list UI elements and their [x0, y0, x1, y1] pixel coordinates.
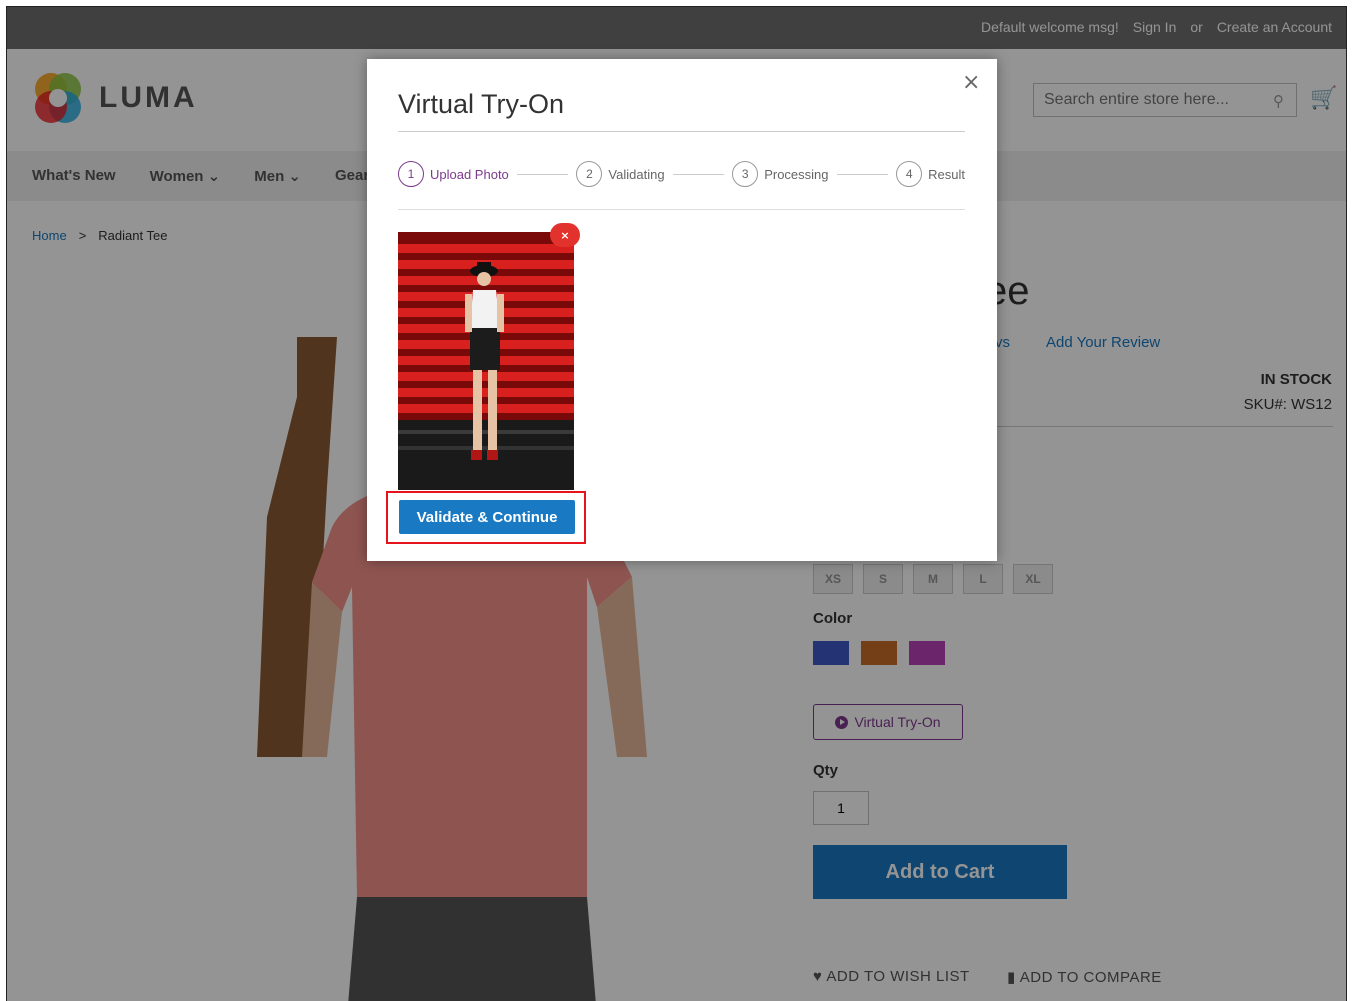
- step-indicator: 1 Upload Photo 2 Validating 3 Processing…: [398, 160, 965, 188]
- step-number: 3: [732, 161, 759, 187]
- step-connector: [836, 173, 889, 175]
- step-connector: [516, 173, 569, 175]
- step-validating: 2 Validating: [576, 161, 665, 187]
- close-icon[interactable]: ×: [962, 70, 980, 95]
- remove-photo-button[interactable]: ×: [550, 223, 580, 247]
- modal-divider: [398, 131, 965, 132]
- uploaded-photo-preview: [398, 232, 574, 490]
- modal-title: Virtual Try-On: [398, 89, 565, 119]
- step-label: Validating: [608, 166, 665, 182]
- step-upload-photo: 1 Upload Photo: [398, 161, 509, 187]
- step-number: 2: [576, 161, 603, 187]
- highlight-box: Validate & Continue: [386, 491, 586, 544]
- step-label: Result: [928, 166, 966, 182]
- step-number: 4: [896, 161, 923, 187]
- steps-divider: [398, 209, 965, 210]
- step-number: 1: [398, 161, 424, 187]
- step-label: Processing: [764, 166, 829, 182]
- step-connector: [672, 173, 725, 175]
- validate-continue-button[interactable]: Validate & Continue: [399, 500, 575, 534]
- step-processing: 3 Processing: [732, 161, 829, 187]
- step-result: 4 Result: [896, 161, 965, 187]
- step-label: Upload Photo: [430, 166, 509, 182]
- virtual-try-on-modal: Virtual Try-On × 1 Upload Photo 2 Valida…: [367, 59, 997, 561]
